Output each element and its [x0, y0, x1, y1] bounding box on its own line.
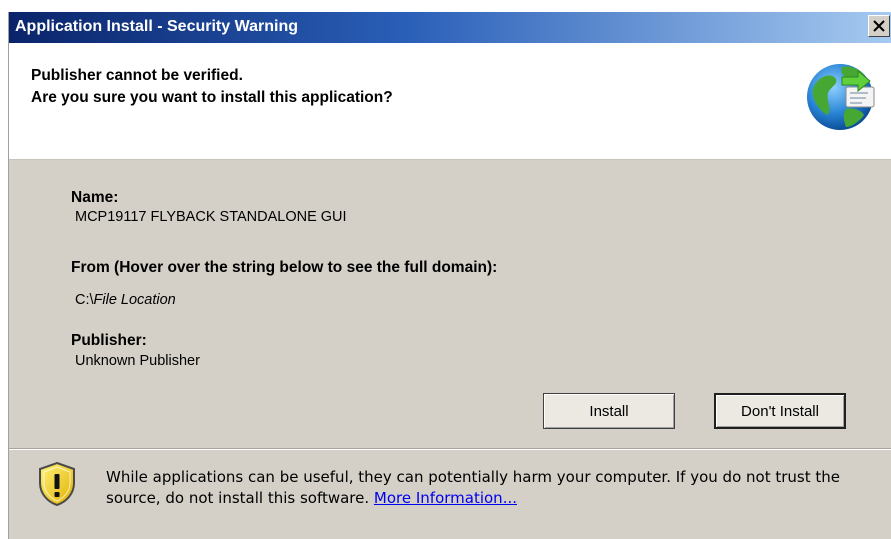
dialog-header: Publisher cannot be verified. Are you su… — [9, 43, 891, 160]
security-warning-dialog: Application Install - Security Warning P… — [8, 12, 891, 539]
publisher-label: Publisher: — [71, 332, 147, 349]
more-information-link[interactable]: More Information... — [374, 489, 517, 507]
name-label: Name: — [71, 189, 119, 206]
header-question-line: Are you sure you want to install this ap… — [31, 89, 393, 106]
globe-install-icon — [807, 64, 875, 130]
window-title: Application Install - Security Warning — [15, 18, 298, 35]
from-label: From (Hover over the string below to see… — [71, 259, 498, 276]
divider — [9, 448, 891, 450]
dont-install-button[interactable]: Don't Install — [714, 393, 846, 429]
warning-message: While applications can be useful, they c… — [106, 467, 886, 509]
from-location-prefix: C:\ — [75, 292, 94, 308]
application-name: MCP19117 FLYBACK STANDALONE GUI — [75, 209, 347, 225]
header-warning-line: Publisher cannot be verified. — [31, 67, 243, 84]
close-icon — [873, 20, 885, 32]
from-location-value[interactable]: File Location — [94, 292, 176, 308]
shield-warning-icon — [39, 461, 75, 507]
title-bar[interactable]: Application Install - Security Warning — [9, 12, 891, 43]
publisher-value: Unknown Publisher — [75, 353, 200, 369]
from-location[interactable]: C:\File Location — [75, 292, 176, 308]
close-button[interactable] — [868, 15, 890, 37]
install-button[interactable]: Install — [543, 393, 675, 429]
